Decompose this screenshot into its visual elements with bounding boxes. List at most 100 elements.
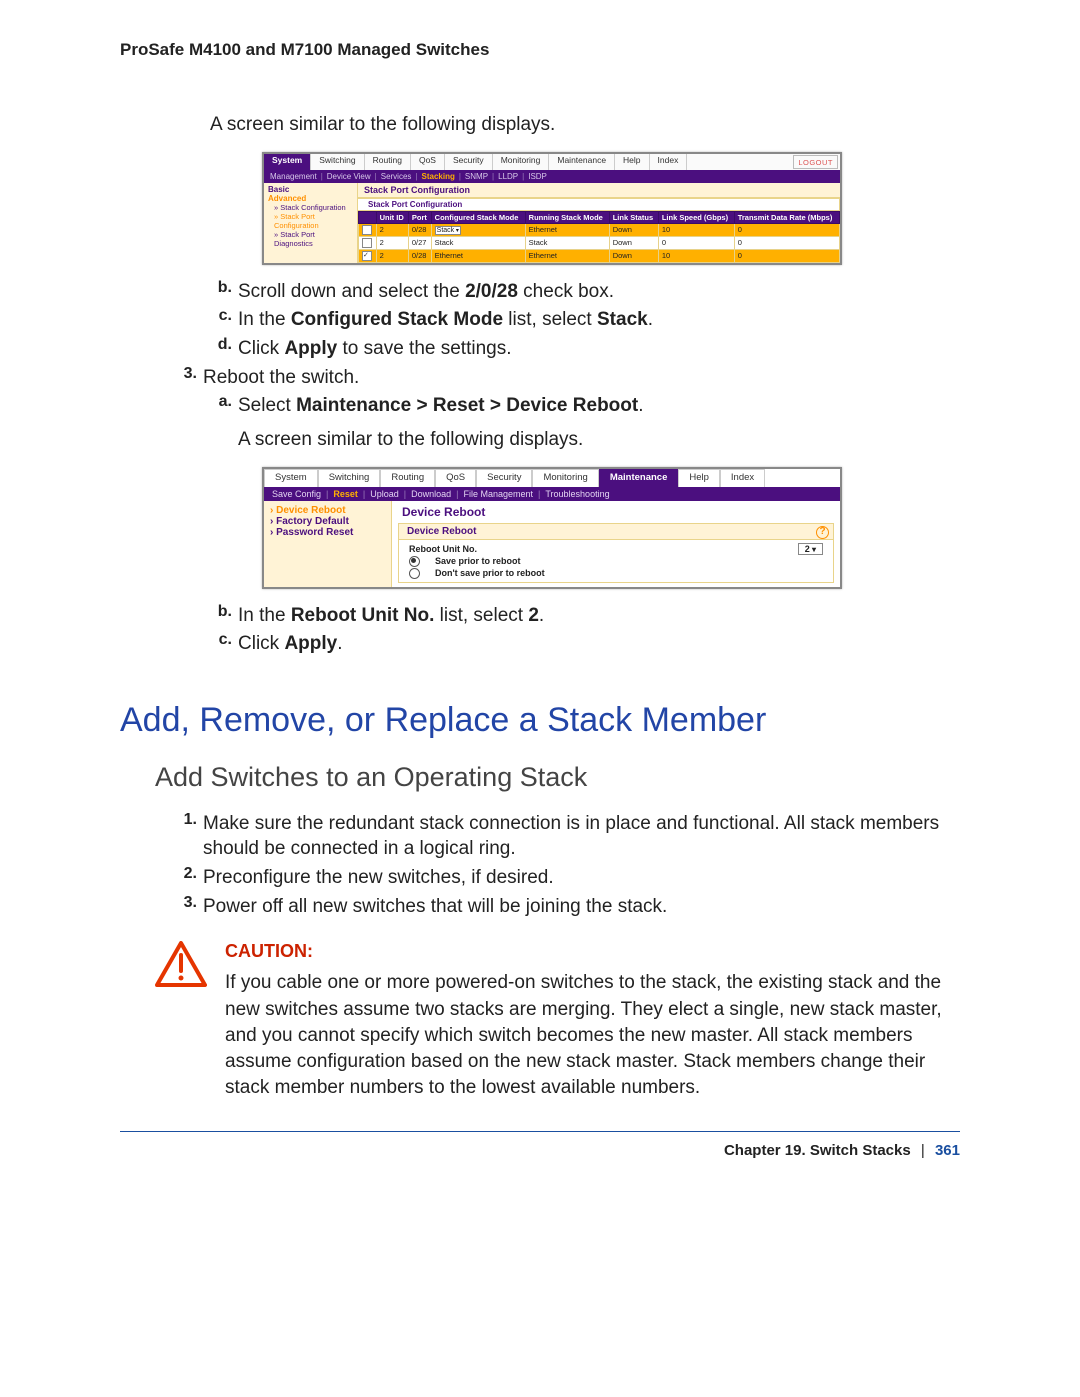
col-select [359,211,377,223]
subnav-device-view[interactable]: Device View [327,172,371,181]
main-tabs: System Switching Routing QoS Security Mo… [264,154,840,170]
side-stack-config[interactable]: » Stack Configuration [274,203,353,212]
side-advanced[interactable]: Advanced [268,194,353,203]
tab-monitoring[interactable]: Monitoring [493,154,550,170]
step-marker: c. [210,631,232,657]
heading-1: Add, Remove, or Replace a Stack Member [120,701,1080,740]
footer-chapter: Chapter 19. Switch Stacks [724,1142,911,1159]
screenshot-device-reboot: System Switching Routing QoS Security Mo… [262,467,842,589]
subnav-reset[interactable]: Reset [333,489,358,499]
side-nav-2: › Device Reboot › Factory Default › Pass… [264,501,392,587]
step-marker: 3. [175,365,197,391]
tab-index[interactable]: Index [720,469,765,487]
col-ls: Link Status [609,211,658,223]
step-a2: Select Maintenance > Reset > Device Rebo… [238,393,1000,419]
side-device-reboot[interactable]: › Device Reboot [270,505,385,516]
subnav-download[interactable]: Download [411,489,451,499]
radio-save[interactable] [409,556,420,567]
doc-header: ProSafe M4100 and M7100 Managed Switches [120,40,1080,60]
step-c2: Click Apply. [238,631,1000,657]
subnav-filemgmt[interactable]: File Management [463,489,533,499]
logout-button[interactable]: LOGOUT [793,155,838,169]
footer-page: 361 [935,1142,960,1159]
reboot-unit-label: Reboot Unit No. [409,544,477,554]
tab-system[interactable]: System [264,154,311,170]
subnav-management[interactable]: Management [270,172,317,181]
tab-help[interactable]: Help [678,469,720,487]
help-icon[interactable]: ? [816,526,829,539]
step-3: Reboot the switch. [203,365,1000,391]
side-password-reset[interactable]: › Password Reset [270,527,385,538]
side-nav: Basic Advanced » Stack Configuration » S… [264,183,358,263]
caution-text: If you cable one or more powered-on swit… [225,970,945,1101]
row-checkbox[interactable] [362,225,372,235]
box-title: Device Reboot ? [399,524,833,540]
heading-2: Add Switches to an Operating Stack [155,762,1080,793]
tab-help[interactable]: Help [615,154,649,170]
footer-sep: | [921,1142,925,1159]
tab-switching[interactable]: Switching [311,154,364,170]
step-marker: b. [210,603,232,629]
caution-label: CAUTION: [225,941,945,962]
table-row[interactable]: 2 0/27 Stack Stack Down 0 0 [359,236,840,249]
subnav-upload[interactable]: Upload [370,489,399,499]
row-checkbox-checked[interactable] [362,251,372,261]
radio-save-label: Save prior to reboot [435,556,521,566]
subnav-save[interactable]: Save Config [272,489,321,499]
subnav-lldp[interactable]: LLDP [498,172,518,181]
step-marker: d. [210,336,232,362]
tab-spacer [687,154,791,170]
stack-port-table: Unit ID Port Configured Stack Mode Runni… [358,211,840,263]
side-stack-port-diag[interactable]: » Stack Port Diagnostics [274,230,353,248]
subnav-trouble[interactable]: Troubleshooting [545,489,609,499]
tab-security[interactable]: Security [476,469,532,487]
tab-routing[interactable]: Routing [365,154,411,170]
side-basic[interactable]: Basic [268,185,353,194]
screenshot-stack-port-config: System Switching Routing QoS Security Mo… [262,152,842,265]
col-unit: Unit ID [376,211,408,223]
csm-select[interactable]: Stack [435,226,461,235]
subnav-snmp[interactable]: SNMP [465,172,488,181]
table-row[interactable]: 2 0/28 Stack Ethernet Down 10 0 [359,223,840,236]
main-tabs-2: System Switching Routing QoS Security Mo… [264,469,840,487]
side-factory-default[interactable]: › Factory Default [270,516,385,527]
col-csm: Configured Stack Mode [431,211,525,223]
intro-text-2: A screen similar to the following displa… [238,427,1000,453]
radio-nosave-label: Don't save prior to reboot [435,568,545,578]
addstep-marker: 2. [175,865,197,891]
step-marker: a. [210,393,232,419]
step-b2: In the Reboot Unit No. list, select 2. [238,603,1000,629]
tab-qos[interactable]: QoS [411,154,445,170]
tab-qos[interactable]: QoS [435,469,476,487]
row-checkbox[interactable] [362,238,372,248]
subnav-isdp[interactable]: ISDP [528,172,547,181]
subnav-stacking[interactable]: Stacking [422,172,455,181]
addstep-marker: 1. [175,811,197,862]
col-port: Port [408,211,431,223]
radio-nosave[interactable] [409,568,420,579]
tab-routing[interactable]: Routing [380,469,435,487]
addstep-3: Power off all new switches that will be … [203,894,1000,920]
sub-nav-2: Save Config| Reset| Upload| Download| Fi… [264,487,840,501]
table-row[interactable]: 2 0/28 Ethernet Ethernet Down 10 0 [359,249,840,262]
tab-index[interactable]: Index [650,154,688,170]
subnav-services[interactable]: Services [381,172,412,181]
tab-maintenance[interactable]: Maintenance [549,154,615,170]
intro-text-1: A screen similar to the following displa… [210,112,1000,138]
tab-monitoring[interactable]: Monitoring [532,469,598,487]
side-stack-port-config[interactable]: » Stack Port Configuration [274,212,353,230]
panel-subtitle: Stack Port Configuration [358,198,840,211]
sub-nav: Management| Device View| Services| Stack… [264,170,840,183]
col-rsm: Running Stack Mode [525,211,609,223]
panel-title: Stack Port Configuration [358,183,840,198]
tab-maintenance[interactable]: Maintenance [599,469,679,487]
step-marker: b. [210,279,232,305]
tab-switching[interactable]: Switching [318,469,381,487]
tab-security[interactable]: Security [445,154,493,170]
addstep-marker: 3. [175,894,197,920]
reboot-unit-select[interactable]: 2 [798,543,823,555]
step-marker: c. [210,307,232,333]
step-d: Click Apply to save the settings. [238,336,1000,362]
tab-system[interactable]: System [264,469,318,487]
addstep-2: Preconfigure the new switches, if desire… [203,865,1000,891]
